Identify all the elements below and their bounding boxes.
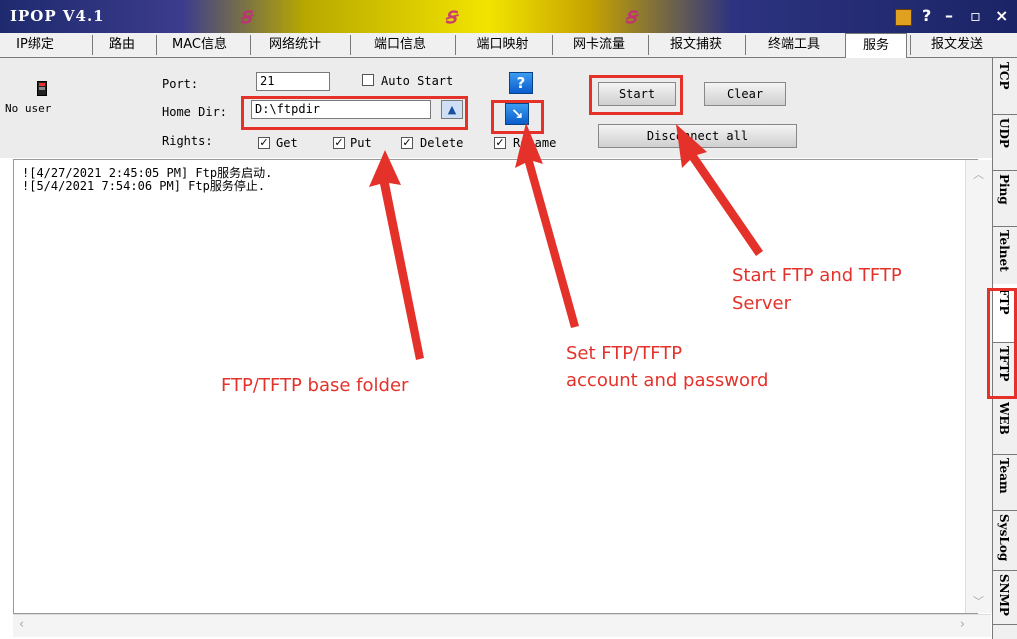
annotation-account-text: Set FTP/TFTP account and password [566,343,769,391]
arrow-start [676,124,763,256]
arrow-account [515,123,579,328]
arrow-base-folder [369,150,424,360]
annotation-base-folder: FTP/TFTP base folder [221,375,409,396]
annotation-arrows [369,123,763,360]
annotation-account: Set FTP/TFTP account and password [566,340,768,394]
annotation-start-server: Start FTP and TFTP Server [732,262,902,318]
annotation-start-server-text: Start FTP and TFTP Server [732,265,902,314]
